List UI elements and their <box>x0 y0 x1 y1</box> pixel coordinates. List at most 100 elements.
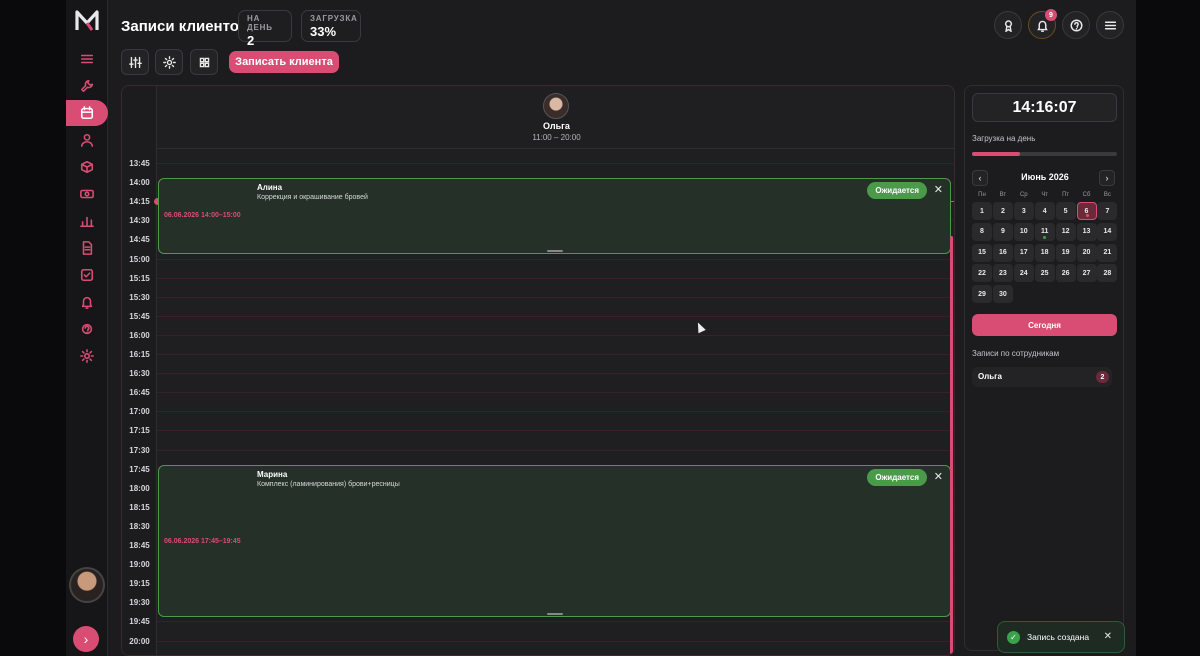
help-button[interactable] <box>1062 11 1090 39</box>
slot-line[interactable] <box>157 334 954 336</box>
calendar-day[interactable]: 9 <box>992 222 1013 241</box>
sidebar-item-products[interactable] <box>77 157 97 177</box>
notifications-button[interactable]: 9 <box>1028 9 1057 39</box>
sidebar-item-finance[interactable] <box>77 184 97 204</box>
help-icon <box>1069 18 1083 32</box>
sidebar-item-clients[interactable] <box>77 130 97 150</box>
stat-load: ЗАГРУЗКА 33% <box>301 10 361 42</box>
close-icon[interactable]: ✕ <box>934 183 943 196</box>
sidebar-item-calendar[interactable] <box>77 103 97 123</box>
calendar-day[interactable]: 3 <box>1013 202 1034 220</box>
calendar-day[interactable]: 13 <box>1076 222 1097 241</box>
calendar-day[interactable]: 29 <box>972 285 992 304</box>
calendar-day[interactable]: 27 <box>1076 264 1097 283</box>
slot-line[interactable] <box>157 258 954 260</box>
slot-line[interactable] <box>157 315 954 317</box>
scrollbar[interactable] <box>950 236 953 654</box>
calendar-day[interactable]: 6 <box>1076 202 1097 220</box>
resize-handle[interactable] <box>547 613 563 616</box>
sidebar-item-services[interactable] <box>77 76 97 96</box>
appointment-status-badge[interactable]: Ожидается <box>867 182 927 200</box>
sidebar-item-settings[interactable] <box>77 346 97 366</box>
calendar-next-button[interactable]: › <box>1099 170 1115 186</box>
weekday-label: Сб <box>1082 192 1091 198</box>
sidebar-item-support[interactable] <box>77 319 97 339</box>
calendar-day[interactable]: 30 <box>992 285 1013 304</box>
close-icon[interactable]: ✕ <box>1104 631 1112 642</box>
appointment-status-badge[interactable]: Ожидается <box>867 468 927 486</box>
calendar-day[interactable]: 26 <box>1055 264 1076 283</box>
calendar-day[interactable]: 18 <box>1034 243 1055 262</box>
award-button[interactable] <box>994 11 1022 39</box>
sidebar-item-analytics[interactable] <box>77 211 97 231</box>
calendar-day[interactable]: 21 <box>1097 243 1118 262</box>
support-icon <box>81 323 93 335</box>
calendar-day[interactable]: 14 <box>1097 222 1118 241</box>
sidebar-item-documents[interactable] <box>77 238 97 258</box>
schedule-settings-button[interactable] <box>155 49 183 75</box>
sidebar-item-notifications[interactable] <box>77 292 97 312</box>
calendar-day[interactable]: 7 <box>1097 202 1118 220</box>
record-client-button[interactable]: Записать клиента <box>229 51 339 73</box>
time-label: 17:45 <box>129 464 150 474</box>
slot-line[interactable] <box>157 392 954 394</box>
slot-line[interactable] <box>157 449 954 451</box>
calendar-day[interactable]: 28 <box>1097 264 1118 283</box>
slot-line[interactable] <box>157 640 954 642</box>
slot-line[interactable] <box>157 621 954 623</box>
calendar-day[interactable]: 2 <box>992 202 1013 220</box>
time-label: 19:30 <box>129 598 150 608</box>
slot-line[interactable] <box>157 296 954 298</box>
time-label: 14:45 <box>129 235 150 245</box>
calendar-day[interactable]: 17 <box>1013 243 1034 262</box>
staff-header[interactable]: Ольга 11:00 – 20:00 <box>157 86 954 149</box>
calendar-day[interactable]: 19 <box>1055 243 1076 262</box>
time-label: 17:15 <box>129 426 150 436</box>
close-icon[interactable]: ✕ <box>934 470 943 483</box>
sidebar-expand-button[interactable]: › <box>73 626 99 652</box>
slot-line[interactable] <box>157 354 954 355</box>
calendar-day[interactable]: 1 <box>972 202 992 220</box>
calendar-icon <box>80 106 94 120</box>
appointment-datetime: 06.06.2026 17:45–19:45 <box>164 537 241 545</box>
slot-line[interactable] <box>157 277 954 279</box>
grid-view-button[interactable] <box>190 49 218 75</box>
calendar-day[interactable]: 8 <box>972 222 992 241</box>
time-label: 14:30 <box>129 216 150 226</box>
appointment-card[interactable]: Алина Коррекция и окрашивание бровей 06.… <box>158 178 951 255</box>
calendar-day[interactable]: 23 <box>992 264 1013 283</box>
slot-line[interactable] <box>157 163 954 164</box>
user-avatar[interactable] <box>69 567 105 603</box>
calendar-day[interactable]: 5 <box>1055 202 1076 220</box>
calendar-day[interactable]: 25 <box>1034 264 1055 283</box>
appointment-card[interactable]: Марина Комплекс (ламинирования) брови+ре… <box>158 464 951 618</box>
calendar-day-number: 18 <box>1040 249 1049 257</box>
calendar-day[interactable]: 22 <box>972 264 992 283</box>
screen-right-edge <box>1136 0 1200 656</box>
filters-button[interactable] <box>121 49 149 75</box>
resize-handle[interactable] <box>547 250 563 253</box>
calendar-day[interactable]: 24 <box>1013 264 1034 283</box>
appointment-client: Марина <box>257 469 288 479</box>
calendar-day[interactable]: 4 <box>1034 202 1055 220</box>
today-button[interactable]: Сегодня <box>972 314 1117 336</box>
calendar-day[interactable]: 11 <box>1034 222 1055 241</box>
menu-button[interactable] <box>1096 11 1124 39</box>
slot-line[interactable] <box>157 373 954 375</box>
sidebar-item-tasks[interactable] <box>77 265 97 285</box>
logo-icon[interactable] <box>74 8 100 34</box>
staff-summary-row[interactable]: Ольга 2 <box>972 367 1112 387</box>
slot-line[interactable] <box>157 430 954 432</box>
time-label: 15:45 <box>129 311 150 321</box>
calendar-day-number: 29 <box>978 290 986 298</box>
calendar-day[interactable]: 20 <box>1076 243 1097 262</box>
time-label: 16:15 <box>129 350 150 359</box>
calendar-day[interactable]: 16 <box>992 243 1013 262</box>
time-label: 18:30 <box>129 521 150 531</box>
checkbox-icon <box>80 268 94 282</box>
calendar-day[interactable]: 15 <box>972 243 992 262</box>
calendar-day[interactable]: 10 <box>1013 222 1034 241</box>
sidebar-item-menu[interactable] <box>77 49 97 69</box>
slot-line[interactable] <box>157 411 954 413</box>
calendar-day[interactable]: 12 <box>1055 222 1076 241</box>
